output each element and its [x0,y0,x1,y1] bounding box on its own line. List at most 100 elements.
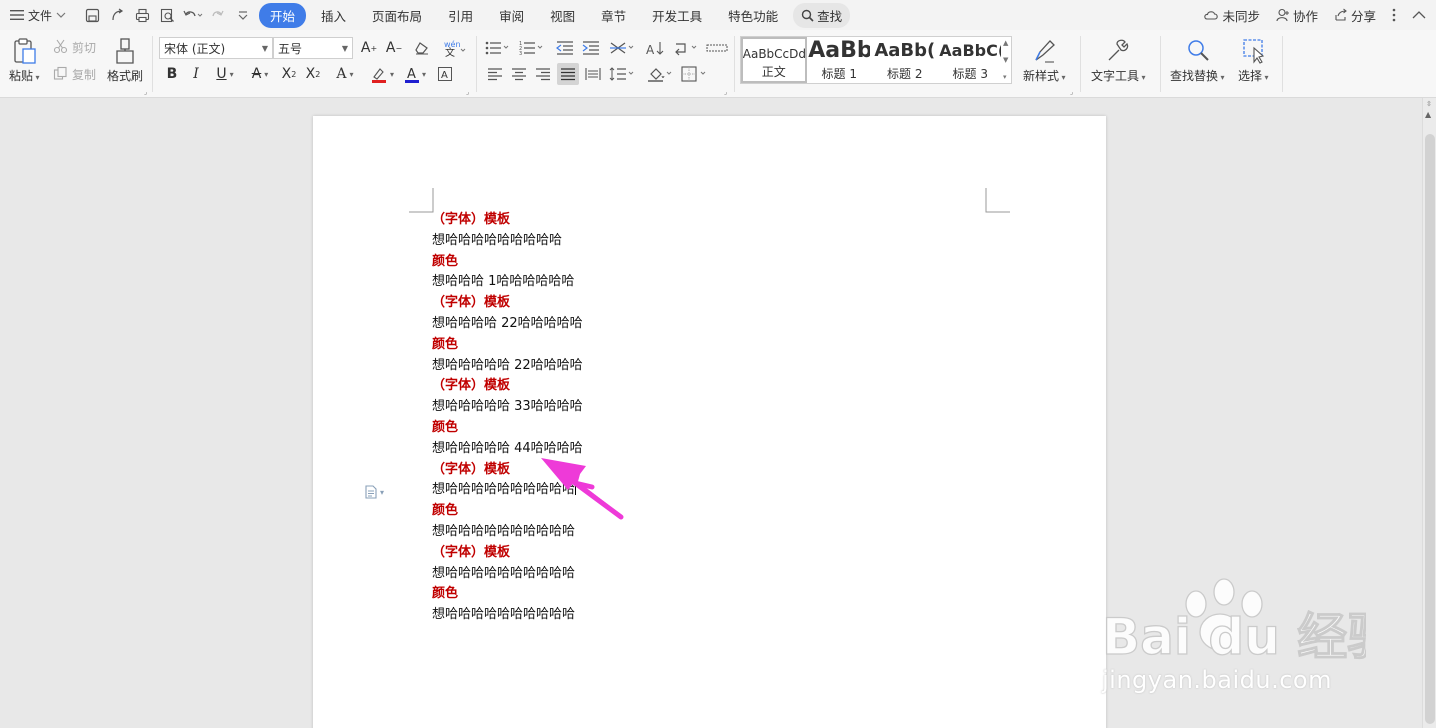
tab-references[interactable]: 引用 [437,3,484,28]
cut-button[interactable]: 剪切 [72,39,96,56]
font-color-icon[interactable]: A ▾ [400,63,430,85]
style-heading-3[interactable]: AaBbC( 标题 3 [938,37,1004,83]
decrease-indent-icon[interactable] [554,37,576,59]
bullet-list-icon[interactable] [484,37,512,59]
vertical-scrollbar[interactable]: ⇳ ▲ [1422,98,1436,728]
print-icon[interactable] [130,4,155,26]
select-button[interactable]: 选择 ▾ [1238,67,1269,84]
scroll-up-icon[interactable]: ▲ [1425,110,1431,119]
heading-line[interactable]: （字体）模板 [432,543,583,564]
tab-special-features[interactable]: 特色功能 [717,3,789,28]
format-painter-button[interactable]: 格式刷 [107,67,143,84]
clipboard-dialog-launcher[interactable]: ⌟ [144,88,147,96]
show-hide-marks-icon[interactable] [672,37,702,59]
subscript-icon[interactable]: X2 [302,63,324,85]
font-name-select[interactable]: 宋体 (正文) ▼ [159,37,273,59]
text-effect-icon[interactable]: A ▾ [330,63,360,85]
paste-button[interactable]: 粘贴 ▾ [9,67,40,84]
heading-line[interactable]: 颜色 [432,252,583,273]
highlight-color-icon[interactable]: ▾ [366,63,398,85]
tab-home[interactable]: 开始 [259,2,307,28]
text-tools-button[interactable]: 文字工具 ▾ [1091,67,1146,84]
undo-icon[interactable] [180,4,205,26]
sort-icon[interactable]: A [644,37,666,59]
bold-icon[interactable]: B [161,63,183,85]
heading-line[interactable]: （字体）模板 [432,293,583,314]
print-preview-icon[interactable] [155,4,180,26]
justify-icon[interactable] [557,63,579,85]
export-pdf-icon[interactable] [105,4,130,26]
table-layout-icon[interactable] [705,37,729,59]
distribute-icon[interactable] [582,63,604,85]
styles-dialog-launcher[interactable]: ⌟ [1070,88,1073,96]
heading-line[interactable]: 颜色 [432,584,583,605]
document-body[interactable]: （字体）模板 想哈哈哈哈哈哈哈哈哈 颜色 想哈哈哈 1哈哈哈哈哈哈 （字体）模板 想哈哈哈… [432,210,583,626]
paste-icon[interactable] [10,36,40,66]
heading-line[interactable]: （字体）模板 [432,460,583,481]
redo-icon[interactable] [205,4,230,26]
file-menu[interactable]: 文件 [10,7,66,24]
paragraph-dialog-launcher[interactable]: ⌟ [724,88,727,96]
tab-developer[interactable]: 开发工具 [641,3,713,28]
chinese-layout-icon[interactable] [608,37,638,59]
customize-toolbar-icon[interactable] [230,4,255,26]
body-line[interactable]: 想哈哈哈哈哈哈哈哈哈哈 [432,522,583,543]
paragraph-layout-handle[interactable]: ▾ [364,485,384,499]
tab-view[interactable]: 视图 [539,3,586,28]
superscript-icon[interactable]: X2 [278,63,300,85]
body-line[interactable]: 想哈哈哈哈哈哈哈哈哈哈 [432,480,583,501]
format-painter-icon[interactable] [112,36,138,66]
style-heading-2[interactable]: AaBb( 标题 2 [872,37,938,83]
borders-icon[interactable] [680,63,710,85]
phonetic-guide-icon[interactable]: wén 文 [441,37,469,59]
style-heading-1[interactable]: AaBb 标题 1 [807,37,873,83]
search-tab[interactable]: 查找 [793,2,851,28]
heading-line[interactable]: 颜色 [432,501,583,522]
numbered-list-icon[interactable]: 123 [518,37,546,59]
body-line[interactable]: 想哈哈哈哈哈哈哈哈哈哈 [432,605,583,626]
align-right-icon[interactable] [532,63,554,85]
share-button[interactable]: 分享 [1334,6,1376,25]
body-line[interactable]: 想哈哈哈哈哈 44哈哈哈哈 [432,439,583,460]
more-options-icon[interactable] [1392,8,1396,22]
find-replace-icon[interactable] [1185,37,1211,65]
cut-icon[interactable] [52,38,68,54]
body-line[interactable]: 想哈哈哈哈 22哈哈哈哈哈 [432,314,583,335]
new-style-icon[interactable] [1032,37,1058,65]
text-tools-icon[interactable] [1104,37,1130,65]
line-spacing-icon[interactable] [608,63,638,85]
heading-line[interactable]: 颜色 [432,335,583,356]
underline-icon[interactable]: U ▾ [210,63,240,85]
heading-line[interactable]: 颜色 [432,418,583,439]
find-replace-button[interactable]: 查找替换 ▾ [1170,67,1225,84]
body-line[interactable]: 想哈哈哈哈哈哈哈哈哈哈 [432,564,583,585]
document-page[interactable]: （字体）模板 想哈哈哈哈哈哈哈哈哈 颜色 想哈哈哈 1哈哈哈哈哈哈 （字体）模板 想哈哈哈… [313,116,1106,728]
body-line[interactable]: 想哈哈哈哈哈 33哈哈哈哈 [432,397,583,418]
decrease-font-icon[interactable]: A − [383,37,405,59]
style-normal[interactable]: AaBbCcDd 正文 [741,37,807,83]
copy-button[interactable]: 复制 [72,66,96,83]
body-line[interactable]: 想哈哈哈哈哈 22哈哈哈哈 [432,356,583,377]
collapse-ribbon-icon[interactable] [1412,10,1426,20]
tab-insert[interactable]: 插入 [310,3,357,28]
character-border-icon[interactable]: A [434,63,456,85]
save-icon[interactable] [80,4,105,26]
styles-scroll[interactable]: ▲ ▼ ▾ [1003,37,1011,83]
shading-icon[interactable] [646,63,676,85]
heading-line[interactable]: （字体）模板 [432,210,583,231]
body-line[interactable]: 想哈哈哈哈哈哈哈哈哈 [432,231,583,252]
strikethrough-icon[interactable]: A ▾ [245,63,275,85]
new-style-button[interactable]: 新样式 ▾ [1023,67,1066,84]
body-line[interactable]: 想哈哈哈 1哈哈哈哈哈哈 [432,272,583,293]
font-size-select[interactable]: 五号 ▼ [273,37,353,59]
font-dialog-launcher[interactable]: ⌟ [466,88,469,96]
align-left-icon[interactable] [484,63,506,85]
align-center-icon[interactable] [508,63,530,85]
clear-format-icon[interactable] [411,37,433,59]
tab-section[interactable]: 章节 [590,3,637,28]
collaborate-button[interactable]: 协作 [1276,6,1318,25]
select-icon[interactable] [1241,37,1267,65]
tab-review[interactable]: 审阅 [488,3,535,28]
heading-line[interactable]: （字体）模板 [432,376,583,397]
italic-icon[interactable]: I [185,63,207,85]
